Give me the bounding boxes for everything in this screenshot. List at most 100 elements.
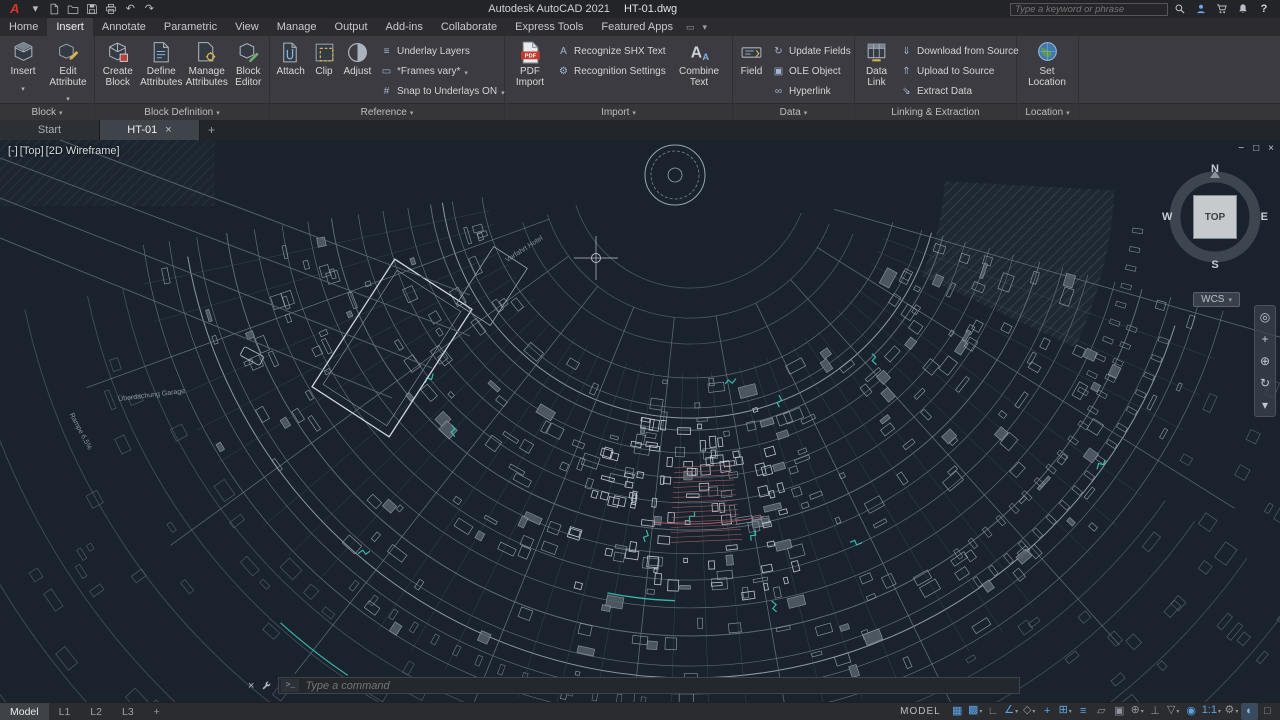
- customize-wrench-icon[interactable]: [260, 680, 272, 692]
- visual-style-control[interactable]: [2D Wireframe]: [46, 145, 120, 157]
- search-icon[interactable]: [1174, 3, 1186, 15]
- layout-tab-l3[interactable]: L3: [112, 703, 144, 720]
- file-tab-ht01[interactable]: HT-01: [100, 120, 200, 140]
- model-space-badge[interactable]: MODEL: [900, 706, 941, 717]
- tab-express-tools[interactable]: Express Tools: [506, 18, 592, 36]
- notifications-icon[interactable]: [1237, 3, 1249, 15]
- viewcube-east[interactable]: E: [1261, 211, 1268, 223]
- chevron-down-icon[interactable]: ▾: [1141, 709, 1144, 715]
- panel-footer-reference[interactable]: Reference: [270, 103, 504, 120]
- panel-footer-block[interactable]: Block: [0, 103, 94, 120]
- set-location-button[interactable]: Set Location: [1019, 38, 1075, 102]
- close-icon[interactable]: ×: [248, 680, 254, 692]
- update-fields-button[interactable]: ↻ Update Fields: [768, 41, 852, 61]
- pan-icon[interactable]: +: [1261, 332, 1268, 346]
- annotation-visibility-icon[interactable]: ◉: [1183, 703, 1200, 720]
- redo-icon[interactable]: ↷: [143, 3, 155, 15]
- panel-footer-location[interactable]: Location: [1017, 103, 1078, 120]
- download-from-source-button[interactable]: ⇓ Download from Source: [896, 41, 1018, 61]
- object-snap-icon[interactable]: ⊞▾: [1057, 702, 1074, 720]
- tab-featured-apps[interactable]: Featured Apps: [592, 18, 682, 36]
- 3d-object-snap-icon[interactable]: ⊕▾: [1129, 702, 1146, 720]
- panel-footer-linking-extraction[interactable]: Linking & Extraction: [855, 103, 1016, 120]
- new-drawing-tab-button[interactable]: +: [200, 120, 223, 140]
- extract-data-button[interactable]: ⇘ Extract Data: [896, 81, 1014, 101]
- hyperlink-button[interactable]: ∞ Hyperlink: [768, 81, 852, 101]
- pdf-import-button[interactable]: PDF PDF Import: [507, 38, 553, 102]
- autocad-logo[interactable]: A: [6, 0, 23, 18]
- help-icon[interactable]: ?: [1258, 3, 1270, 15]
- orbit-icon[interactable]: ↻: [1260, 376, 1270, 390]
- chevron-down-icon[interactable]: ▾: [1235, 709, 1238, 715]
- block-editor-button[interactable]: Block Editor: [229, 38, 267, 102]
- polar-tracking-icon[interactable]: ∠▾: [1003, 702, 1020, 720]
- clean-screen-icon[interactable]: □: [1259, 703, 1276, 720]
- close-viewport-icon[interactable]: [1268, 143, 1274, 154]
- tab-view[interactable]: View: [226, 18, 268, 36]
- combine-text-button[interactable]: AA Combine Text: [675, 38, 723, 102]
- chevron-down-icon[interactable]: ▾: [1069, 709, 1072, 715]
- zoom-icon[interactable]: ⊕: [1260, 354, 1270, 368]
- isolate-objects-icon[interactable]: ◐: [1241, 703, 1258, 720]
- layout-tab-l2[interactable]: L2: [80, 703, 112, 720]
- chevron-down-icon[interactable]: ▾: [1176, 709, 1179, 715]
- ortho-icon[interactable]: ∟: [985, 703, 1002, 720]
- sign-in-icon[interactable]: [1195, 3, 1207, 15]
- recognize-shx-text-button[interactable]: A Recognize SHX Text: [553, 41, 675, 61]
- field-button[interactable]: Field: [735, 38, 768, 102]
- create-block-button[interactable]: Create Block: [97, 38, 139, 102]
- object-snap-tracking-icon[interactable]: +: [1039, 703, 1056, 720]
- model-tab[interactable]: Model: [0, 703, 49, 720]
- command-bar[interactable]: >_: [278, 677, 1021, 694]
- tab-manage[interactable]: Manage: [268, 18, 326, 36]
- annotation-scale[interactable]: 1:1▾: [1201, 702, 1222, 720]
- isometric-drafting-icon[interactable]: ◇▾: [1021, 702, 1038, 720]
- data-link-button[interactable]: Data Link: [857, 38, 896, 102]
- file-tab-start[interactable]: Start: [0, 120, 100, 140]
- command-input[interactable]: [299, 679, 1020, 692]
- view-control[interactable]: [Top]: [20, 145, 44, 157]
- tab-collaborate[interactable]: Collaborate: [432, 18, 506, 36]
- lineweight-icon[interactable]: ≡: [1075, 703, 1092, 720]
- recognition-settings-button[interactable]: ⚙ Recognition Settings: [553, 61, 675, 81]
- snap-mode-icon[interactable]: ▩▾: [967, 702, 984, 720]
- search-box[interactable]: [1010, 2, 1168, 16]
- dynamic-ucs-icon[interactable]: ⊥: [1147, 703, 1164, 720]
- insert-button[interactable]: Insert: [2, 38, 44, 102]
- viewcube-top-face[interactable]: TOP: [1193, 195, 1237, 239]
- panel-footer-import[interactable]: Import: [505, 103, 732, 120]
- viewport-menu-control[interactable]: [-]: [8, 145, 18, 157]
- tab-parametric[interactable]: Parametric: [155, 18, 226, 36]
- new-file-icon[interactable]: [48, 3, 60, 15]
- edit-attribute-button[interactable]: Edit Attribute: [44, 38, 92, 102]
- navigation-wheel-icon[interactable]: ◎: [1260, 310, 1270, 324]
- minimize-viewport-icon[interactable]: [1238, 143, 1244, 154]
- layout-tab-l1[interactable]: L1: [49, 703, 81, 720]
- tab-addins[interactable]: Add-ins: [377, 18, 432, 36]
- app-menu-caret-icon[interactable]: ▾: [29, 3, 41, 15]
- viewcube-south[interactable]: S: [1211, 259, 1218, 271]
- chevron-down-icon[interactable]: ▾: [1032, 709, 1035, 715]
- snap-to-underlays-dropdown[interactable]: # Snap to Underlays ON: [376, 81, 502, 101]
- selection-cycling-icon[interactable]: ▣: [1111, 703, 1128, 720]
- viewcube[interactable]: N S W E TOP: [1160, 162, 1270, 272]
- frames-dropdown[interactable]: ▭ *Frames vary*: [376, 61, 502, 81]
- chevron-down-icon[interactable]: ▾: [979, 709, 982, 715]
- app-store-icon[interactable]: [1216, 3, 1228, 15]
- nav-more-icon[interactable]: ▾: [1262, 398, 1268, 412]
- adjust-button[interactable]: Adjust: [339, 38, 376, 102]
- tab-home[interactable]: Home: [0, 18, 47, 36]
- chevron-down-icon[interactable]: ▾: [1015, 709, 1018, 715]
- grid-icon[interactable]: ▦: [949, 703, 966, 720]
- viewcube-north[interactable]: N: [1211, 163, 1219, 175]
- define-attributes-button[interactable]: Define Attributes: [139, 38, 184, 102]
- tab-insert[interactable]: Insert: [47, 18, 93, 36]
- panel-footer-block-definition[interactable]: Block Definition: [95, 103, 269, 120]
- upload-to-source-button[interactable]: ⇑ Upload to Source: [896, 61, 1014, 81]
- drawing-viewport[interactable]: [-] [Top] [2D Wireframe] N S W E TOP WCS…: [0, 140, 1280, 702]
- ribbon-collapse-icon[interactable]: ▾: [698, 18, 711, 36]
- undo-icon[interactable]: ↶: [124, 3, 136, 15]
- panel-footer-data[interactable]: Data: [733, 103, 854, 120]
- open-file-icon[interactable]: [67, 3, 79, 15]
- clip-button[interactable]: Clip: [309, 38, 338, 102]
